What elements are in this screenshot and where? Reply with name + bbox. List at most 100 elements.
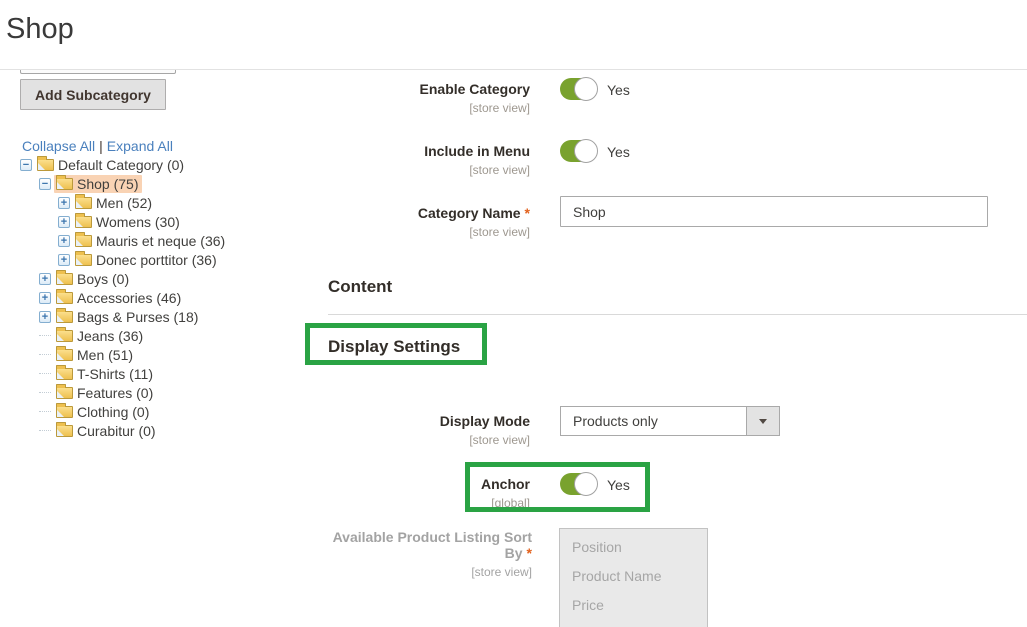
- tree-connector: [39, 348, 51, 355]
- include-in-menu-scope: [store view]: [328, 162, 530, 178]
- dropdown-arrow-button[interactable]: [746, 407, 779, 435]
- collapse-node-icon[interactable]: −: [39, 178, 51, 190]
- folder-icon: [56, 406, 73, 418]
- tree-node-label: Accessories (46): [77, 290, 181, 306]
- expand-node-icon[interactable]: +: [58, 197, 70, 209]
- display-mode-scope: [store view]: [328, 432, 530, 448]
- available-sort-label: Available Product Listing Sort By* [stor…: [312, 529, 532, 580]
- folder-icon: [75, 235, 92, 247]
- available-sort-scope: [store view]: [312, 564, 532, 580]
- include-in-menu-label: Include in Menu [store view]: [328, 143, 530, 178]
- folder-icon: [56, 349, 73, 361]
- tree-node-label: Boys (0): [77, 271, 129, 287]
- tree-node-label: Mauris et neque (36): [96, 233, 225, 249]
- content-section-title[interactable]: Content: [328, 277, 392, 297]
- folder-icon: [56, 387, 73, 399]
- tree-node[interactable]: + Accessories (46): [0, 288, 310, 307]
- tree-node-label: Features (0): [77, 385, 153, 401]
- category-name-input[interactable]: [560, 196, 988, 227]
- folder-icon: [37, 159, 54, 171]
- tree-node[interactable]: Features (0): [0, 383, 310, 402]
- anchor-toggle[interactable]: [560, 473, 597, 495]
- tree-connector: [39, 424, 51, 431]
- tree-node-label: Bags & Purses (18): [77, 309, 198, 325]
- toggle-knob: [574, 472, 598, 496]
- display-settings-section-title[interactable]: Display Settings: [328, 337, 460, 357]
- tree-node[interactable]: − Default Category (0): [0, 155, 310, 174]
- sort-option[interactable]: Product Name: [560, 562, 707, 591]
- toggle-knob: [574, 139, 598, 163]
- display-mode-value: Products only: [561, 413, 746, 429]
- tree-node-label: Donec porttitor (36): [96, 252, 217, 268]
- category-edit-page: Shop Add Subcategory Collapse All|Expand…: [0, 0, 1027, 627]
- expand-node-icon[interactable]: +: [39, 311, 51, 323]
- folder-icon: [56, 330, 73, 342]
- tree-node[interactable]: + Bags & Purses (18): [0, 307, 310, 326]
- tree-node-label: Men (52): [96, 195, 152, 211]
- folder-icon: [56, 178, 73, 190]
- expand-node-icon[interactable]: +: [39, 292, 51, 304]
- anchor-label: Anchor [global]: [328, 476, 530, 511]
- collapse-node-icon[interactable]: −: [20, 159, 32, 171]
- tree-node[interactable]: T-Shirts (11): [0, 364, 310, 383]
- tree-node[interactable]: Curabitur (0): [0, 421, 310, 440]
- folder-icon: [56, 273, 73, 285]
- enable-category-toggle[interactable]: [560, 78, 597, 100]
- tree-node[interactable]: Men (51): [0, 345, 310, 364]
- enable-category-label: Enable Category [store view]: [328, 81, 530, 116]
- toggle-knob: [574, 77, 598, 101]
- expand-node-icon[interactable]: +: [39, 273, 51, 285]
- available-sort-multiselect[interactable]: PositionProduct NamePrice: [559, 528, 708, 627]
- chevron-down-icon: [759, 419, 767, 424]
- anchor-scope: [global]: [328, 495, 530, 511]
- folder-icon: [56, 292, 73, 304]
- add-subcategory-button[interactable]: Add Subcategory: [20, 79, 166, 110]
- folder-icon: [56, 311, 73, 323]
- folder-icon: [56, 368, 73, 380]
- tree-node-label: Jeans (36): [77, 328, 143, 344]
- tree-node-label: Clothing (0): [77, 404, 149, 420]
- tree-node-label: Womens (30): [96, 214, 180, 230]
- enable-category-scope: [store view]: [328, 100, 530, 116]
- enable-category-value: Yes: [607, 82, 630, 98]
- tree-node-label: Shop (75): [77, 176, 138, 192]
- section-divider: [328, 314, 1027, 315]
- collapse-all-link[interactable]: Collapse All: [22, 138, 95, 154]
- category-tree: −Default Category (0)−Shop (75)+Men (52)…: [0, 155, 310, 440]
- folder-icon: [75, 216, 92, 228]
- category-name-label: Category Name* [store view]: [328, 205, 530, 240]
- tree-connector: [39, 386, 51, 393]
- tree-node[interactable]: + Boys (0): [0, 269, 310, 288]
- tree-node[interactable]: + Womens (30): [0, 212, 310, 231]
- include-in-menu-value: Yes: [607, 144, 630, 160]
- page-title: Shop: [6, 13, 74, 46]
- expand-node-icon[interactable]: +: [58, 235, 70, 247]
- tree-node[interactable]: − Shop (75): [0, 174, 310, 193]
- tree-node-label: Men (51): [77, 347, 133, 363]
- folder-icon: [56, 425, 73, 437]
- page-header: Shop: [0, 0, 1027, 70]
- expand-node-icon[interactable]: +: [58, 216, 70, 228]
- tree-node[interactable]: + Donec porttitor (36): [0, 250, 310, 269]
- sort-option[interactable]: Position: [560, 533, 707, 562]
- folder-icon: [75, 254, 92, 266]
- display-mode-label: Display Mode [store view]: [328, 413, 530, 448]
- expand-node-icon[interactable]: +: [58, 254, 70, 266]
- tree-node-label: Default Category (0): [58, 157, 184, 173]
- folder-icon: [75, 197, 92, 209]
- anchor-value: Yes: [607, 477, 630, 493]
- display-mode-select[interactable]: Products only: [560, 406, 780, 436]
- sort-option[interactable]: Price: [560, 591, 707, 620]
- required-marker: *: [527, 545, 532, 561]
- tree-connector: [39, 329, 51, 336]
- tree-node[interactable]: + Mauris et neque (36): [0, 231, 310, 250]
- expand-all-link[interactable]: Expand All: [107, 138, 173, 154]
- include-in-menu-toggle[interactable]: [560, 140, 597, 162]
- links-separator: |: [99, 138, 103, 154]
- tree-node[interactable]: Jeans (36): [0, 326, 310, 345]
- tree-node[interactable]: + Men (52): [0, 193, 310, 212]
- category-name-scope: [store view]: [328, 224, 530, 240]
- tree-node-label: T-Shirts (11): [77, 366, 153, 382]
- tree-links: Collapse All|Expand All: [22, 138, 173, 154]
- tree-node[interactable]: Clothing (0): [0, 402, 310, 421]
